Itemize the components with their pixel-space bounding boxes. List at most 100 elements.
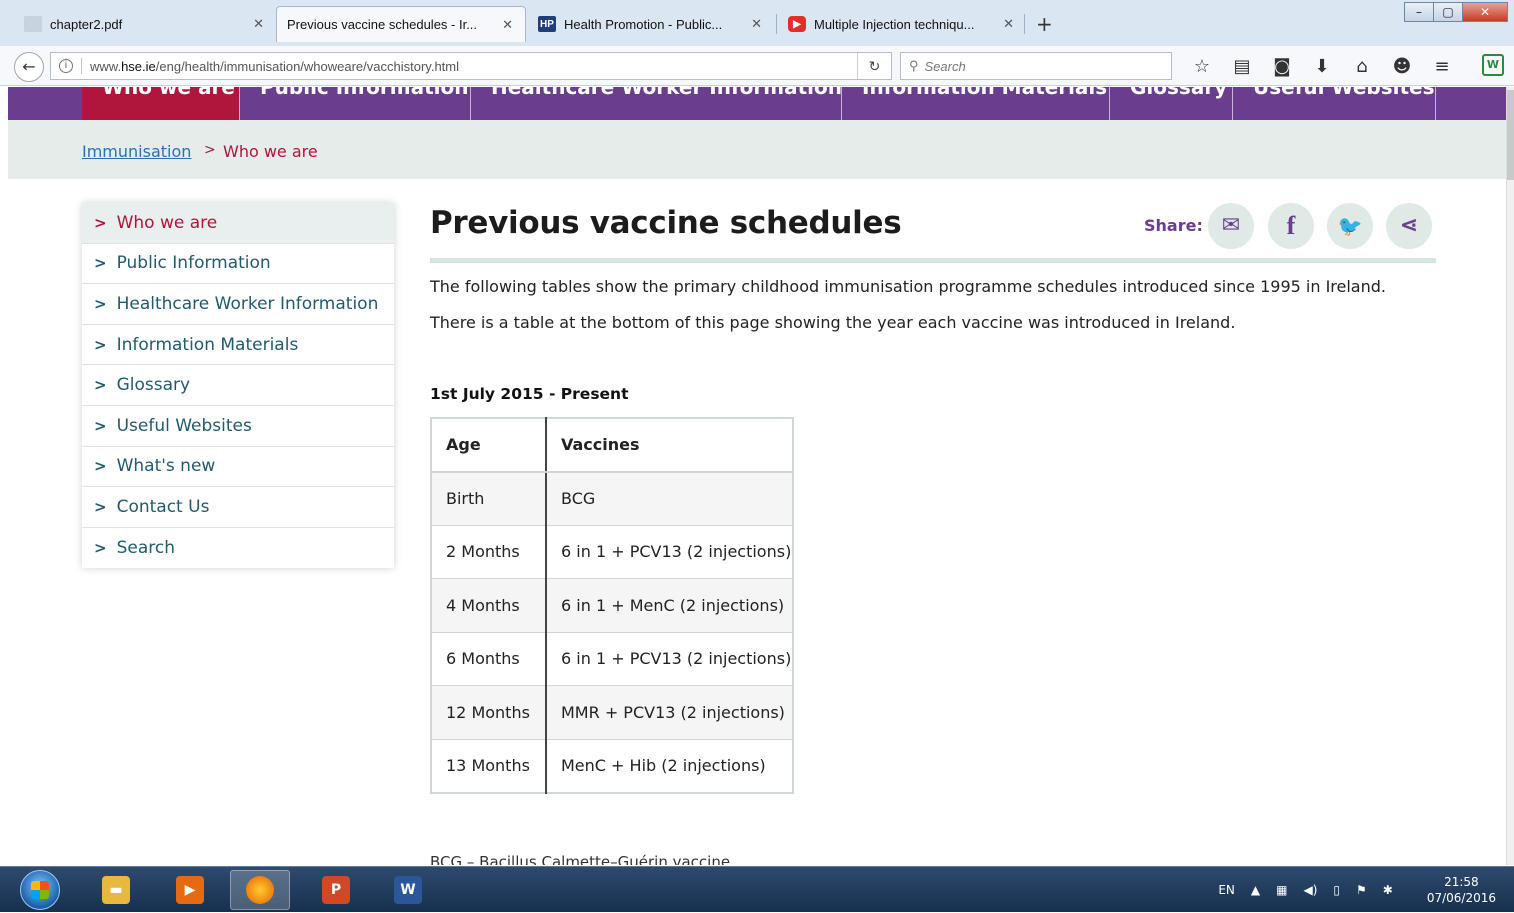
tab-chapter2-pdf[interactable]: chapter2.pdf ✕ <box>14 6 276 42</box>
tab-health-promotion[interactable]: HP Health Promotion - Public... ✕ <box>528 6 774 42</box>
close-tab-icon[interactable]: ✕ <box>253 16 264 32</box>
sidebar-item-label: Who we are <box>116 212 218 233</box>
footnote: BCG – Bacillus Calmette–Guérin vaccine <box>430 853 731 865</box>
table-cell-age: 4 Months <box>430 578 547 633</box>
sidebar-item-healthcare-worker-information[interactable]: > Healthcare Worker Information <box>82 284 394 325</box>
close-tab-icon[interactable]: ✕ <box>502 17 513 33</box>
table-row: 12 Months MMR + PCV13 (2 injections) <box>430 685 794 740</box>
table-cell-age: 12 Months <box>430 685 547 740</box>
search-placeholder: Search <box>924 58 966 74</box>
breadcrumb-immunisation-link[interactable]: Immunisation <box>82 142 191 161</box>
word-icon[interactable]: W <box>378 870 438 910</box>
download-icon[interactable]: ⬇ <box>1302 56 1342 77</box>
page-viewport: Who we are Public Information Healthcare… <box>8 87 1506 865</box>
url-host: hse.ie <box>121 58 156 74</box>
sidebar-item-label: Public Information <box>116 253 271 274</box>
table-row: 13 Months MenC + Hib (2 injections) <box>430 738 794 793</box>
file-explorer-icon[interactable]: ▬ <box>86 870 146 910</box>
sidebar-item-whats-new[interactable]: > What's new <box>82 447 394 488</box>
volume-icon[interactable]: ◀) <box>1303 883 1317 897</box>
topnav-healthcare-worker-information[interactable]: Healthcare Worker Information <box>471 87 842 120</box>
tab-separator <box>1024 14 1025 34</box>
url-path: /eng/health/immunisation/whoweare/vacchi… <box>155 58 459 74</box>
battery-icon[interactable]: ▯ <box>1333 883 1340 897</box>
side-nav: > Who we are > Public Information > Healthc… <box>82 203 394 569</box>
clock-time: 21:58 <box>1444 875 1479 889</box>
page-title: Previous vaccine schedules <box>430 205 902 241</box>
pdf-icon <box>24 16 42 32</box>
topnav-glossary[interactable]: Glossary <box>1110 87 1233 120</box>
twitter-icon[interactable]: 🐦 <box>1327 203 1373 249</box>
sidebar-item-label: Healthcare Worker Information <box>116 293 379 314</box>
address-bar[interactable]: i www.hse.ie/eng/health/immunisation/who… <box>50 52 892 80</box>
sidebar-item-search[interactable]: > Search <box>82 528 394 569</box>
reload-icon[interactable]: ↻ <box>857 53 891 79</box>
windows-taskbar: ▬ ▶ P W EN ▲ ▦ ◀) ▯ ⚑ ✱ 21:58 07/06/2016 <box>0 866 1514 912</box>
sidebar-item-information-materials[interactable]: > Information Materials <box>82 325 394 366</box>
table-cell-vaccines: MenC + Hib (2 injections) <box>545 738 794 793</box>
bookmark-star-icon[interactable]: ☆ <box>1182 56 1222 77</box>
tab-multiple-injection[interactable]: ▶ Multiple Injection techniqu... ✕ <box>778 6 1026 42</box>
sidebar-item-public-information[interactable]: > Public Information <box>82 244 394 285</box>
table-cell-age: 2 Months <box>430 524 547 579</box>
share-icon[interactable]: ⋖ <box>1386 203 1432 249</box>
youtube-icon: ▶ <box>788 16 806 32</box>
table-row: 6 Months 6 in 1 + PCV13 (2 injections) <box>430 631 794 686</box>
network-icon[interactable]: ▦ <box>1276 883 1287 897</box>
topnav-public-information[interactable]: Public Information <box>240 87 471 120</box>
pocket-icon[interactable]: ◙ <box>1262 56 1302 77</box>
facebook-icon[interactable]: f <box>1268 203 1314 249</box>
tab-title: Multiple Injection techniqu... <box>814 16 975 32</box>
clock-date: 07/06/2016 <box>1426 891 1496 905</box>
scrollbar-thumb[interactable] <box>1507 90 1514 180</box>
chevron-right-icon: > <box>94 254 107 273</box>
menu-icon[interactable]: ≡ <box>1422 56 1462 77</box>
table-header-row: Age Vaccines <box>430 417 794 473</box>
tab-previous-vaccine-schedules[interactable]: Previous vaccine schedules - Ir... ✕ <box>276 6 526 42</box>
tab-title: Health Promotion - Public... <box>564 16 723 32</box>
sidebar-item-glossary[interactable]: > Glossary <box>82 365 394 406</box>
reading-list-icon[interactable]: ▤ <box>1222 56 1262 77</box>
powerpoint-icon[interactable]: P <box>306 870 366 910</box>
table-cell-vaccines: 6 in 1 + PCV13 (2 injections) <box>545 631 794 686</box>
close-tab-icon[interactable]: ✕ <box>751 16 762 32</box>
search-bar[interactable]: ⚲ Search <box>900 52 1172 80</box>
extension-icon[interactable]: W <box>1482 54 1504 76</box>
firefox-icon[interactable] <box>230 870 290 910</box>
sidebar-item-contact-us[interactable]: > Contact Us <box>82 487 394 528</box>
sidebar-item-who-we-are[interactable]: > Who we are <box>82 203 394 244</box>
maximize-icon[interactable]: ▢ <box>1433 2 1463 22</box>
new-tab-icon[interactable]: + <box>1036 12 1053 36</box>
sidebar-item-useful-websites[interactable]: > Useful Websites <box>82 406 394 447</box>
close-tab-icon[interactable]: ✕ <box>1003 16 1014 32</box>
table-cell-vaccines: MMR + PCV13 (2 injections) <box>545 685 794 740</box>
chevron-right-icon: > <box>94 376 107 395</box>
schedule-heading: 1st July 2015 - Present <box>430 385 629 403</box>
close-window-icon[interactable]: ✕ <box>1462 2 1508 22</box>
sidebar-item-label: What's new <box>116 456 216 477</box>
table-row: 2 Months 6 in 1 + PCV13 (2 injections) <box>430 524 794 579</box>
chat-icon[interactable]: ☻ <box>1382 56 1422 77</box>
start-button[interactable] <box>20 870 60 910</box>
media-player-icon[interactable]: ▶ <box>160 870 220 910</box>
topnav-who-we-are[interactable]: Who we are <box>82 87 240 120</box>
language-indicator[interactable]: EN <box>1218 883 1235 897</box>
home-icon[interactable]: ⌂ <box>1342 56 1382 77</box>
scrollbar[interactable] <box>1506 87 1514 865</box>
info-icon[interactable]: i <box>59 59 73 73</box>
chevron-up-icon[interactable]: ▲ <box>1251 883 1260 897</box>
minimize-icon[interactable]: – <box>1404 2 1434 22</box>
action-center-flag-icon[interactable]: ⚑ <box>1356 883 1367 897</box>
table-cell-age: 6 Months <box>430 631 547 686</box>
topnav-useful-websites[interactable]: Useful Websites <box>1233 87 1436 120</box>
tab-title: chapter2.pdf <box>50 16 123 32</box>
topnav-information-materials[interactable]: Information Materials <box>842 87 1110 120</box>
back-arrow-icon[interactable]: ← <box>14 52 44 82</box>
tab-title: Previous vaccine schedules - Ir... <box>287 17 478 32</box>
email-icon[interactable]: ✉ <box>1208 203 1254 249</box>
clock[interactable]: 21:58 07/06/2016 <box>1411 874 1496 906</box>
tray-app-icon[interactable]: ✱ <box>1383 883 1393 897</box>
table-cell-vaccines: 6 in 1 + PCV13 (2 injections) <box>545 524 794 579</box>
sidebar-item-label: Information Materials <box>116 334 299 355</box>
breadcrumb: Immunisation > Who we are <box>8 120 1506 179</box>
